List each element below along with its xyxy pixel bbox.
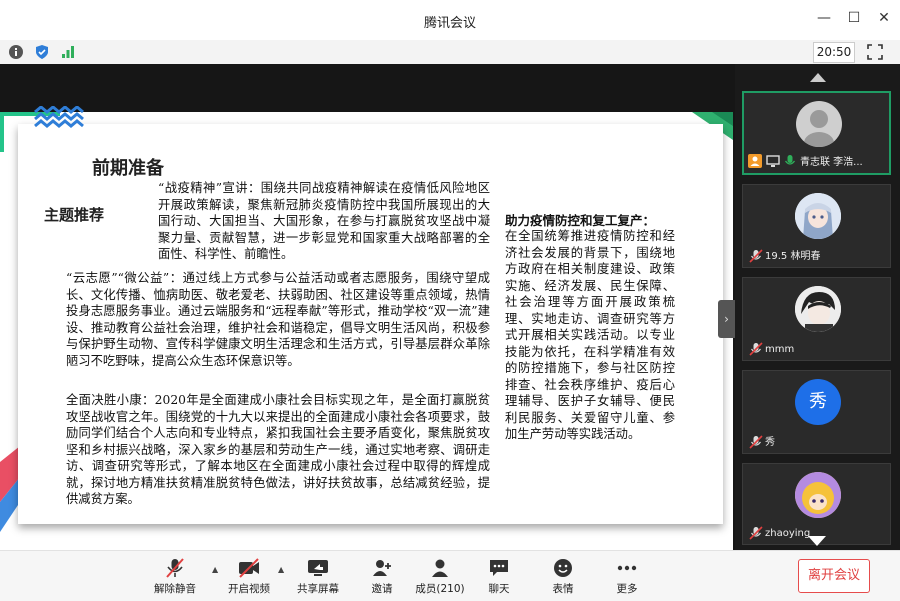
slide-heading: 前期准备	[92, 158, 164, 179]
host-icon	[748, 154, 762, 168]
participant-name: 秀	[765, 437, 775, 448]
participant-name: 青志联 李浩...	[800, 157, 863, 168]
audio-options-caret-icon[interactable]: ▲	[212, 565, 218, 574]
avatar	[795, 286, 841, 332]
signal-icon[interactable]	[60, 44, 76, 60]
chat-button[interactable]: 聊天	[469, 555, 529, 599]
video-options-caret-icon[interactable]: ▲	[278, 565, 284, 574]
participant-tile[interactable]: 秀 秀	[742, 370, 891, 454]
more-dots-icon	[617, 565, 637, 571]
slide-paragraph-1: “战疫精神”宣讲：围绕共同战疫精神解读在疫情低风险地区开展政策解读，聚焦新冠肺炎…	[158, 181, 490, 261]
minimize-icon[interactable]: —	[816, 10, 832, 26]
start-video-button[interactable]: 开启视频	[219, 555, 279, 599]
share-screen-label: 共享屏幕	[297, 583, 339, 595]
participant-video-list: 青志联 李浩... 19.5 林明春 mmm 秀 秀 zhaoying	[735, 64, 900, 550]
avatar: 秀	[795, 379, 841, 425]
microphone-muted-icon	[749, 435, 763, 449]
fullscreen-icon[interactable]	[866, 43, 884, 61]
invite-label: 邀请	[371, 583, 393, 595]
screen-share-status-icon	[766, 155, 780, 167]
add-person-icon	[373, 560, 391, 576]
start-video-label: 开启视频	[228, 583, 270, 595]
slide-right-title: 助力疫情防控和复工复产：	[505, 213, 656, 228]
avatar	[795, 472, 841, 518]
chat-icon	[490, 560, 508, 576]
wave-logo-icon	[34, 106, 84, 128]
share-screen-icon	[308, 560, 328, 576]
title-bar: 腾讯会议 — ☐ ✕	[0, 0, 900, 40]
shield-icon[interactable]	[34, 44, 50, 60]
slide-right-body: 在全国统筹推进疫情防控和经济社会发展的背景下，围绕地方政府在相关制度建设、政策实…	[505, 229, 675, 441]
scroll-down-icon[interactable]	[808, 536, 826, 546]
microphone-on-icon	[784, 155, 796, 165]
participant-name: zhaoying	[765, 528, 811, 539]
emoji-button[interactable]: 表情	[533, 555, 593, 599]
info-icon[interactable]	[8, 44, 24, 60]
microphone-muted-icon	[749, 526, 763, 540]
microphone-muted-icon	[166, 558, 184, 578]
members-button[interactable]: 成员(210)	[410, 555, 470, 599]
leave-meeting-button[interactable]: 离开会议	[798, 559, 870, 593]
window-title: 腾讯会议	[423, 16, 476, 31]
collapse-sidebar-button[interactable]: ›	[718, 300, 735, 338]
slide-subheading: 主题推荐	[44, 206, 105, 224]
microphone-muted-icon	[749, 342, 763, 356]
participant-tile[interactable]: 青志联 李浩...	[742, 91, 891, 175]
members-icon	[432, 559, 448, 577]
slide-paragraph-2: “云志愿”“微公益”：通过线上方式参与公益活动或者志愿服务，围绕守望成长、文化传…	[66, 271, 490, 368]
unmute-label: 解除静音	[154, 583, 196, 595]
participant-name: mmm	[765, 344, 795, 355]
invite-button[interactable]: 邀请	[352, 555, 412, 599]
shared-screen-area: 前期准备 主题推荐 “战疫精神”宣讲：围绕共同战疫精神解读在疫情低风险地区开展政…	[0, 64, 735, 590]
more-label: 更多	[616, 583, 638, 595]
microphone-muted-icon	[749, 249, 763, 263]
smiley-icon	[554, 559, 572, 577]
chat-label: 聊天	[488, 583, 510, 595]
emoji-label: 表情	[552, 583, 574, 595]
more-button[interactable]: 更多	[597, 555, 657, 599]
avatar	[795, 193, 841, 239]
meeting-info-bar: 20:50	[0, 40, 900, 65]
video-off-icon	[239, 558, 259, 578]
participant-tile[interactable]: mmm	[742, 277, 891, 361]
meeting-clock: 20:50	[813, 42, 855, 63]
avatar	[796, 101, 842, 147]
close-icon[interactable]: ✕	[876, 10, 892, 26]
participant-name: 19.5 林明春	[765, 251, 821, 262]
scroll-up-icon[interactable]	[810, 73, 826, 82]
unmute-button[interactable]: 解除静音	[145, 555, 205, 599]
participant-tile[interactable]: 19.5 林明春	[742, 184, 891, 268]
participant-tile[interactable]: zhaoying	[742, 463, 891, 545]
meeting-toolbar: 解除静音 ▲ 开启视频 ▲ 共享屏幕 邀请 成员(210) 聊天 表情 更多 离…	[0, 550, 900, 601]
members-label: 成员(210)	[415, 583, 465, 595]
maximize-icon[interactable]: ☐	[846, 10, 862, 26]
share-screen-button[interactable]: 共享屏幕	[288, 555, 348, 599]
slide-paragraph-3: 全面决胜小康：2020年是全面建成小康社会目标实现之年，是全面打赢脱贫攻坚战收官…	[66, 393, 490, 506]
